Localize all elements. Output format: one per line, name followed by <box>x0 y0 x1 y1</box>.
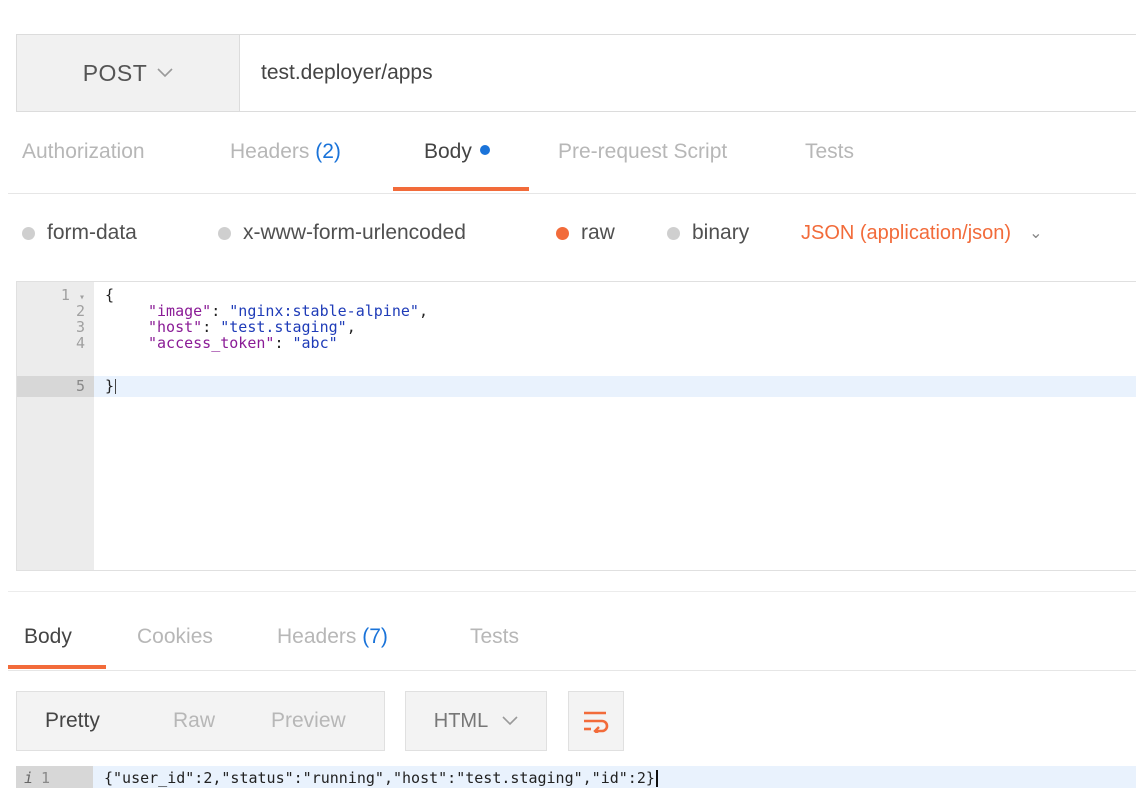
tab-authorization[interactable]: Authorization <box>22 140 145 164</box>
tab-label: Headers <box>230 140 310 163</box>
url-input[interactable]: test.deployer/apps <box>261 35 433 111</box>
tab-pre-request-script[interactable]: Pre-request Script <box>558 140 727 164</box>
tab-label: Pre-request Script <box>558 140 728 163</box>
response-body-text: {"user_id":2,"status":"running","host":"… <box>104 769 658 787</box>
content-type-label: JSON (application/json) <box>801 221 1012 244</box>
line-number: 3 <box>75 318 85 336</box>
code-line: } <box>105 377 117 395</box>
radio-form-data[interactable]: form-data <box>22 215 137 251</box>
tab-label: Tests <box>805 140 855 163</box>
section-divider <box>8 591 1136 592</box>
content-type-dropdown[interactable]: JSON (application/json) ⌄ <box>801 215 1043 251</box>
tab-label: Headers <box>277 625 357 648</box>
tab-label: Body <box>24 625 72 648</box>
radio-label: raw <box>581 221 615 244</box>
response-tab-headers[interactable]: Headers (7) <box>277 625 388 649</box>
line-number: 5 <box>75 377 85 395</box>
tab-headers[interactable]: Headers (2) <box>230 140 341 164</box>
radio-selected-icon <box>556 226 569 240</box>
tab-label: Body <box>424 140 472 163</box>
view-mode-preview[interactable]: Preview <box>271 692 346 750</box>
headers-count: (7) <box>362 625 388 648</box>
code-line: "image": "nginx:stable-alpine", <box>148 302 428 320</box>
view-mode-raw[interactable]: Raw <box>173 692 215 750</box>
active-tab-indicator <box>8 665 106 669</box>
request-body-editor[interactable]: 1 ▾ 2 3 4 5 { "image": "nginx:stable-alp… <box>16 281 1136 571</box>
response-tab-cookies[interactable]: Cookies <box>137 625 213 649</box>
radio-icon <box>667 226 680 240</box>
code-line: { <box>105 286 115 304</box>
radio-label: x-www-form-urlencoded <box>243 221 466 244</box>
tab-label: Tests <box>470 625 520 648</box>
headers-count: (2) <box>315 140 341 163</box>
tabs-divider <box>8 670 1136 671</box>
modified-dot-icon <box>479 145 490 156</box>
text-cursor <box>115 379 117 394</box>
method-dropdown[interactable]: POST <box>17 35 240 111</box>
response-line-number: i1 <box>24 769 51 787</box>
radio-label: form-data <box>47 221 137 244</box>
tab-body[interactable]: Body <box>424 140 490 164</box>
tab-label: Cookies <box>137 625 213 648</box>
active-tab-indicator <box>393 187 529 191</box>
text-cursor <box>655 770 658 787</box>
tabs-divider <box>8 193 1136 194</box>
format-dropdown[interactable]: HTML <box>405 691 547 751</box>
view-mode-group: Pretty Raw Preview <box>16 691 385 751</box>
wrap-lines-icon <box>584 711 609 733</box>
code-line: "host": "test.staging", <box>148 318 356 336</box>
radio-icon <box>22 226 35 240</box>
response-tab-body[interactable]: Body <box>24 625 72 649</box>
info-icon: i <box>24 769 34 787</box>
code-line: "access_token": "abc" <box>148 334 338 352</box>
radio-binary[interactable]: binary <box>667 215 749 251</box>
request-url-bar: POST test.deployer/apps <box>16 34 1136 112</box>
radio-raw[interactable]: raw <box>556 215 615 251</box>
chevron-down-icon: ⌄ <box>1029 225 1043 242</box>
active-line-highlight <box>17 376 1136 397</box>
method-label: POST <box>82 59 148 86</box>
tab-label: Authorization <box>22 140 145 163</box>
tab-tests[interactable]: Tests <box>805 140 854 164</box>
response-tab-tests[interactable]: Tests <box>470 625 519 649</box>
wrap-lines-button[interactable] <box>568 691 624 751</box>
chevron-down-icon <box>502 716 518 726</box>
line-number: 2 <box>75 302 85 320</box>
format-label: HTML <box>433 709 489 732</box>
view-mode-pretty[interactable]: Pretty <box>45 692 100 750</box>
chevron-down-icon <box>157 68 173 78</box>
radio-x-www-form-urlencoded[interactable]: x-www-form-urlencoded <box>218 215 466 251</box>
radio-label: binary <box>692 221 750 244</box>
line-number: 4 <box>75 334 85 352</box>
radio-icon <box>218 226 231 240</box>
